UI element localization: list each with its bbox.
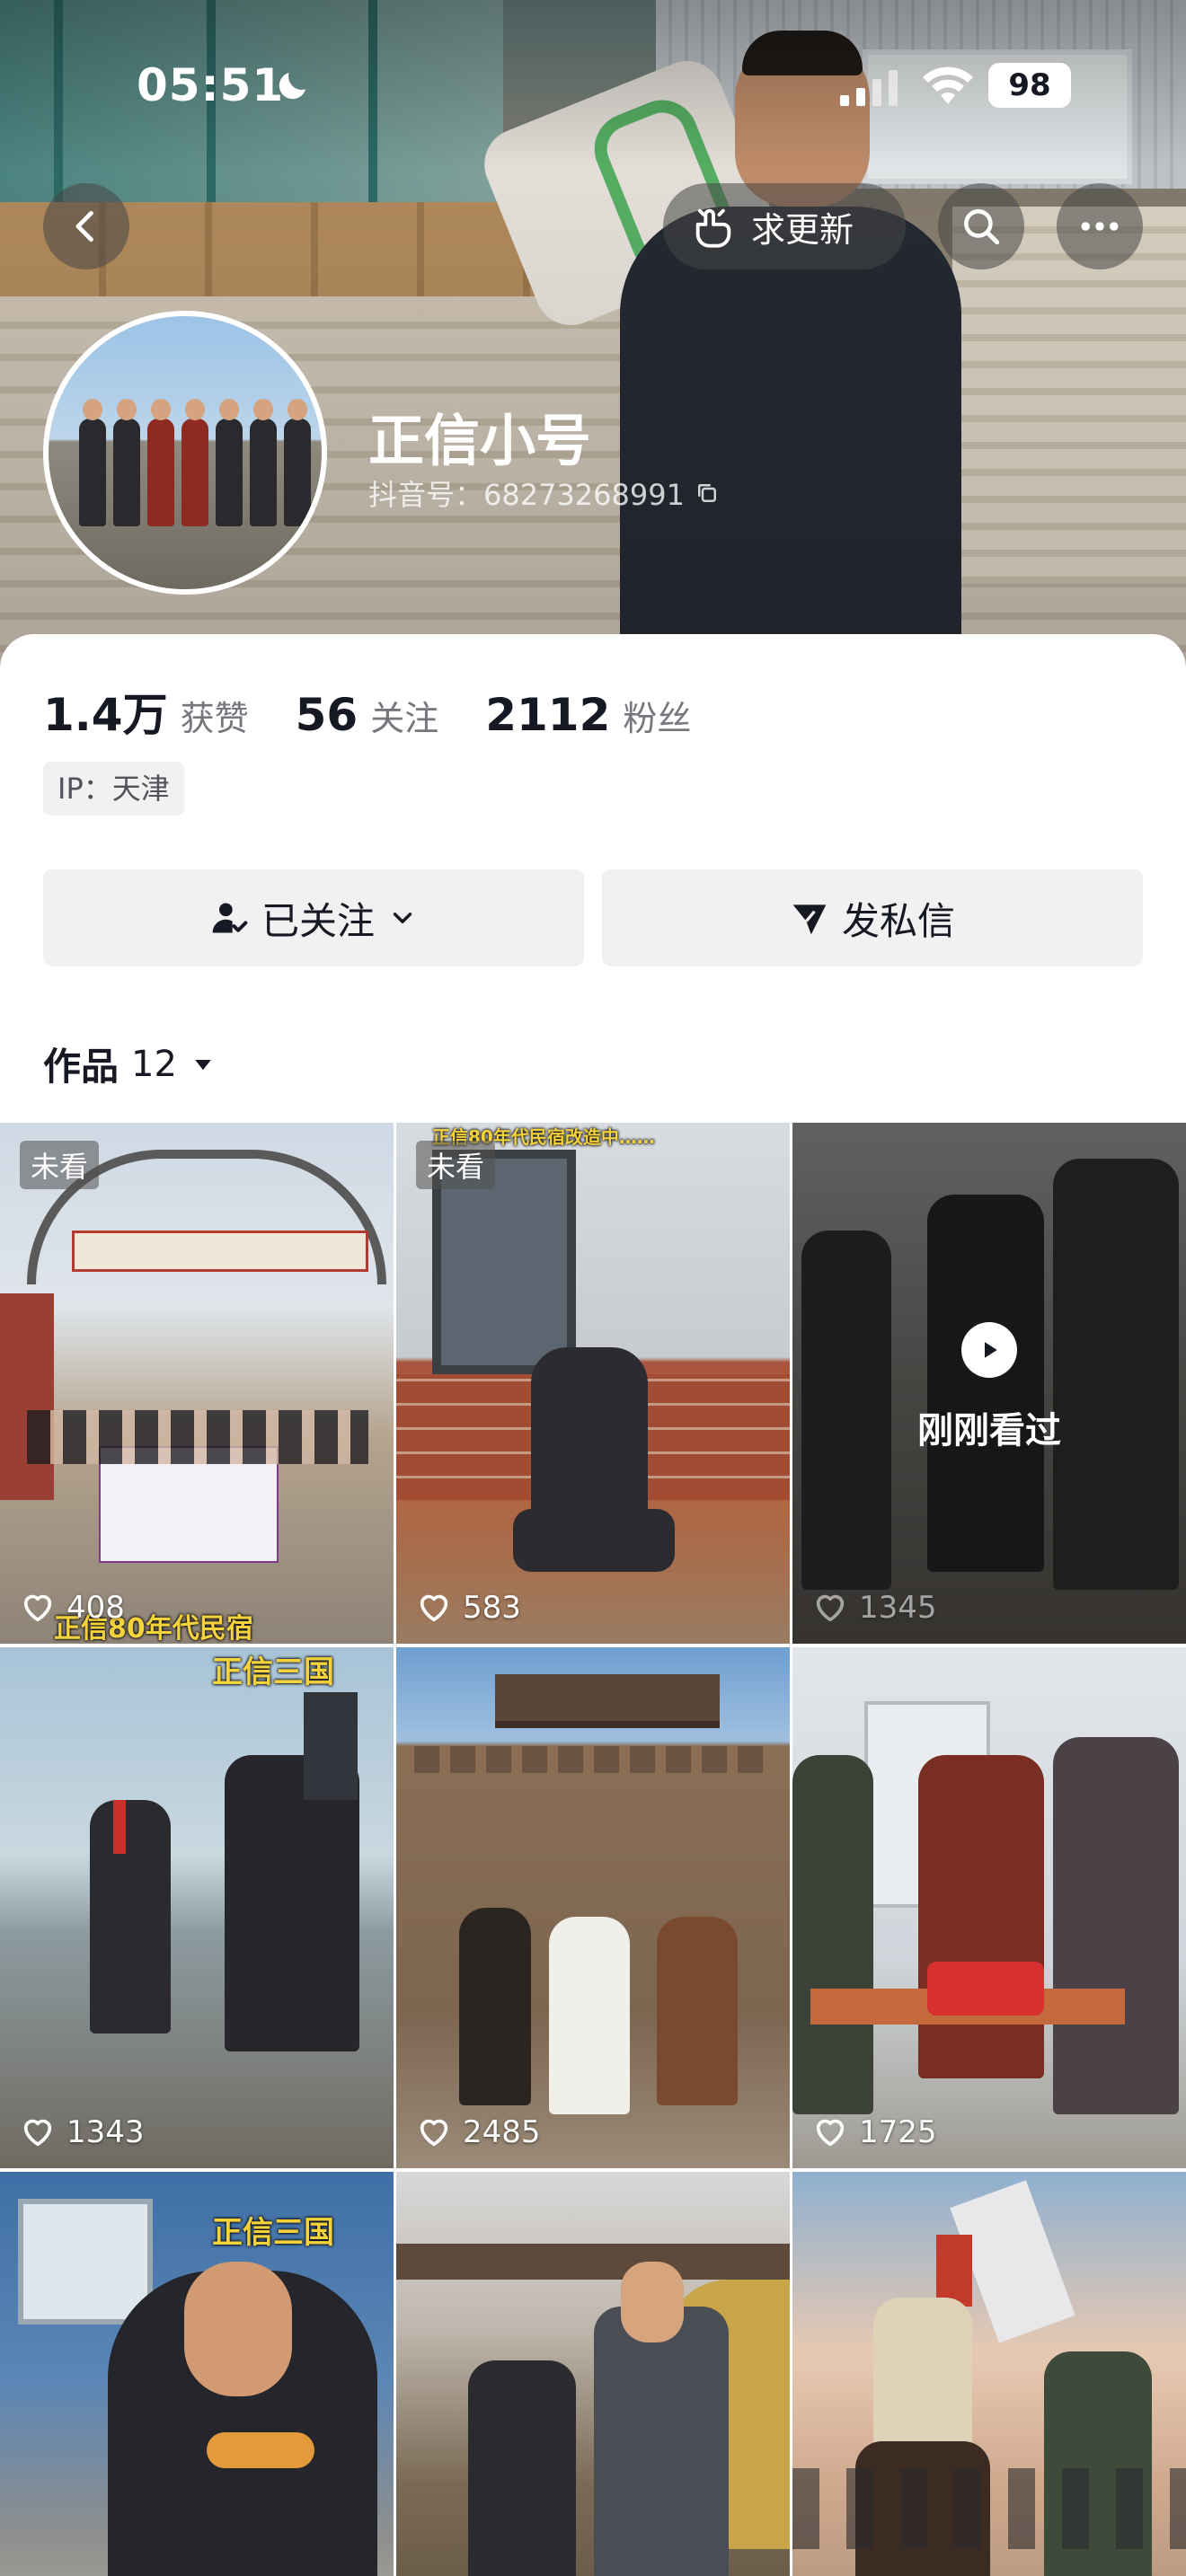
video-tile[interactable]: 正信80年代民宿改造中…… 未看 583	[396, 1123, 790, 1644]
stat-following-label: 关注	[370, 699, 439, 738]
video-tile[interactable]: 正信80年代民宿 未看 408	[0, 1123, 394, 1644]
status-time: 05:51	[137, 59, 285, 111]
unseen-badge: 未看	[416, 1141, 496, 1189]
video-overlay-text: 正信三国	[212, 1654, 334, 1690]
works-tab-count: 12	[131, 1043, 177, 1085]
video-likes: 1345	[812, 1590, 937, 1626]
stat-likes-label: 获赞	[180, 699, 249, 738]
heart-outline-icon	[420, 1594, 448, 1622]
profile-stats: 1.4万 获赞 56 关注 2112 粉丝	[43, 679, 738, 744]
video-likes: 408	[20, 1590, 125, 1626]
video-overlay-text: 正信三国	[212, 2215, 334, 2251]
stat-followers[interactable]: 2112 粉丝	[485, 689, 691, 741]
ip-location-tag: IP：天津	[43, 762, 184, 816]
tab-works[interactable]: 作品 12	[43, 1037, 217, 1091]
video-tile[interactable]: 2485	[396, 1647, 790, 2168]
copy-icon[interactable]	[694, 480, 721, 507]
heart-outline-icon	[23, 1594, 52, 1622]
signal-icon	[840, 70, 898, 106]
stat-following[interactable]: 56 关注	[296, 689, 439, 741]
douyin-id-text: 抖音号：68273268991	[368, 478, 685, 512]
moon-icon	[279, 73, 305, 100]
video-likes-count: 2485	[463, 2114, 541, 2150]
search-icon	[964, 209, 1000, 245]
works-tab-label: 作品	[43, 1045, 119, 1089]
send-message-label: 发私信	[841, 898, 955, 943]
play-icon	[961, 1322, 1017, 1378]
stat-followers-label: 粉丝	[623, 699, 692, 738]
send-message-button[interactable]: 发私信	[602, 869, 1143, 966]
video-likes: 1343	[20, 2114, 145, 2150]
works-grid: 正信80年代民宿 未看 408 正信80年代民宿改造中…… 未看 583 刚刚看…	[0, 1123, 1186, 2576]
chevron-down-icon	[393, 913, 412, 923]
video-likes-count: 1343	[66, 2114, 145, 2150]
battery-level: 98	[988, 63, 1071, 108]
heart-outline-icon	[420, 2119, 448, 2147]
douyin-id[interactable]: 抖音号：68273268991	[368, 472, 721, 514]
profile-info-panel: 1.4万 获赞 56 关注 2112 粉丝 IP：天津 已关注 发私信 作品 1…	[0, 634, 1186, 1119]
video-tile[interactable]	[792, 2172, 1186, 2576]
more-dots-icon	[1081, 222, 1119, 231]
video-likes-count: 1345	[859, 1590, 937, 1626]
stat-followers-value: 2112	[485, 689, 611, 741]
watched-dim-overlay	[792, 1123, 1186, 1644]
video-tile[interactable]	[396, 2172, 790, 2576]
back-button[interactable]	[43, 183, 129, 269]
hand-point-icon	[695, 208, 731, 248]
more-button[interactable]	[1057, 183, 1143, 269]
avatar[interactable]	[43, 311, 327, 595]
video-likes: 2485	[416, 2114, 541, 2150]
search-button[interactable]	[938, 183, 1024, 269]
video-tile[interactable]: 正信三国	[0, 2172, 394, 2576]
stat-following-value: 56	[295, 689, 358, 741]
video-likes-count: 1725	[859, 2114, 937, 2150]
stat-likes: 1.4万 获赞	[43, 679, 249, 744]
wifi-icon	[923, 66, 973, 104]
video-likes-count: 408	[66, 1590, 125, 1626]
video-likes: 1725	[812, 2114, 937, 2150]
heart-outline-icon	[816, 2119, 845, 2147]
heart-outline-icon	[816, 1594, 845, 1622]
nickname: 正信小号	[368, 408, 592, 473]
video-likes-count: 583	[463, 1590, 521, 1626]
video-tile[interactable]: 刚刚看过 1345	[792, 1123, 1186, 1644]
request-update-button[interactable]: 求更新	[663, 183, 906, 269]
heart-outline-icon	[23, 2119, 52, 2147]
chevron-left-icon	[75, 210, 93, 243]
video-tile[interactable]: 1725	[792, 1647, 1186, 2168]
request-update-label: 求更新	[751, 209, 854, 250]
caret-down-icon	[195, 1059, 211, 1070]
recently-watched-label: 刚刚看过	[917, 1410, 1061, 1451]
followed-button[interactable]: 已关注	[43, 869, 584, 966]
followed-label: 已关注	[261, 898, 375, 943]
user-check-icon	[212, 903, 248, 933]
video-tile[interactable]: 正信三国 1343	[0, 1647, 394, 2168]
paper-plane-icon	[792, 904, 827, 935]
video-likes: 583	[416, 1590, 521, 1626]
unseen-badge: 未看	[20, 1141, 100, 1189]
stat-likes-value: 1.4万	[43, 689, 168, 741]
